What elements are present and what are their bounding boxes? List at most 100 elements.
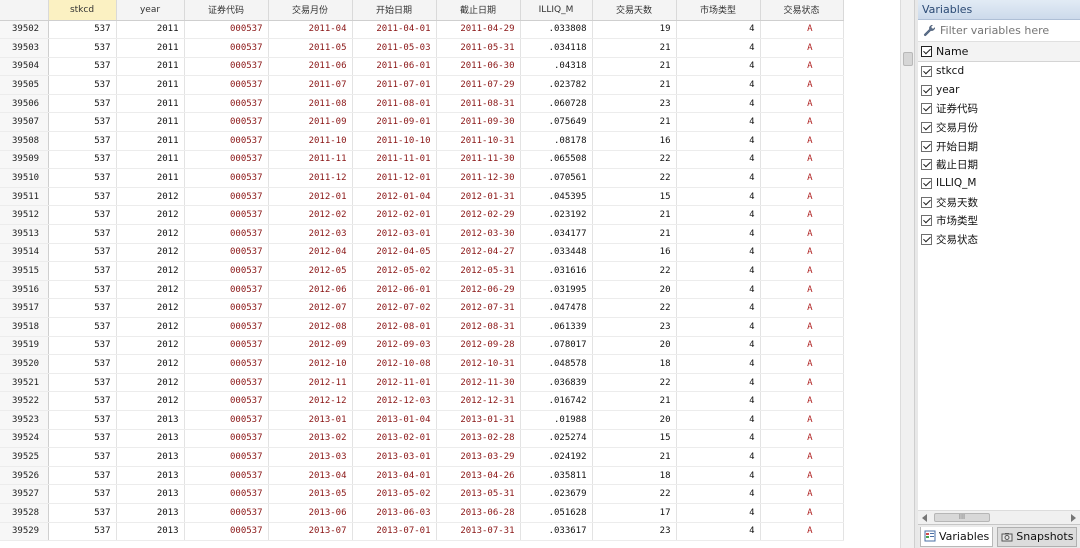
table-cell[interactable]: 2012 xyxy=(116,243,185,263)
table-cell[interactable]: 000537 xyxy=(184,410,269,430)
table-cell[interactable]: 2012-09 xyxy=(268,336,353,356)
table-cell[interactable]: 000537 xyxy=(184,38,269,58)
table-cell[interactable]: A xyxy=(760,391,844,411)
table-cell[interactable]: .016742 xyxy=(520,391,593,411)
table-cell[interactable]: A xyxy=(760,205,844,226)
table-cell[interactable]: 2013-01 xyxy=(268,410,353,430)
table-cell[interactable]: 2013 xyxy=(116,429,185,449)
table-cell[interactable]: 2011 xyxy=(116,112,185,133)
variables-list-header[interactable]: Name xyxy=(918,42,1080,62)
table-cell[interactable]: 2012-08 xyxy=(268,317,353,337)
table-cell[interactable]: 2012-09-03 xyxy=(352,336,437,356)
table-cell[interactable]: 2011-04-01 xyxy=(352,20,437,40)
table-cell[interactable]: A xyxy=(760,57,844,77)
corner-cell[interactable] xyxy=(0,0,49,21)
table-cell[interactable]: A xyxy=(760,187,844,207)
table-cell[interactable]: 2011-12-01 xyxy=(352,168,437,188)
variable-item[interactable]: 证券代码 xyxy=(918,99,1080,118)
row-number[interactable]: 39521 xyxy=(0,373,49,393)
table-cell[interactable]: 2011-10-10 xyxy=(352,131,437,151)
table-cell[interactable]: 22 xyxy=(592,150,677,170)
table-cell[interactable]: 000537 xyxy=(184,94,269,114)
table-cell[interactable]: 2012 xyxy=(116,373,185,393)
row-number[interactable]: 39524 xyxy=(0,429,49,449)
table-cell[interactable]: 000537 xyxy=(184,205,269,226)
scroll-left-arrow-icon[interactable] xyxy=(922,514,927,522)
table-cell[interactable]: 000537 xyxy=(184,466,269,486)
table-cell[interactable]: 2013 xyxy=(116,484,185,504)
table-cell[interactable]: 2012 xyxy=(116,317,185,337)
column-header[interactable]: 市场类型 xyxy=(676,0,761,21)
table-cell[interactable]: 000537 xyxy=(184,503,269,523)
table-cell[interactable]: .075649 xyxy=(520,112,593,133)
table-cell[interactable]: .045395 xyxy=(520,187,593,207)
table-cell[interactable]: 2012 xyxy=(116,261,185,281)
table-cell[interactable]: 2013-07-01 xyxy=(352,522,437,542)
table-cell[interactable]: 537 xyxy=(48,75,117,95)
table-cell[interactable]: 2012-06-29 xyxy=(436,280,521,300)
table-cell[interactable]: 20 xyxy=(592,410,677,430)
column-header[interactable]: stkcd xyxy=(48,0,117,21)
table-cell[interactable]: 21 xyxy=(592,205,677,226)
table-cell[interactable]: 2012-05 xyxy=(268,261,353,281)
table-cell[interactable]: .034118 xyxy=(520,38,593,58)
table-cell[interactable]: 2012-07-31 xyxy=(436,298,521,318)
table-cell[interactable]: 2011 xyxy=(116,38,185,58)
column-header[interactable]: ILLIQ_M xyxy=(520,0,593,21)
table-cell[interactable]: 2013-03-01 xyxy=(352,447,437,467)
table-cell[interactable]: 2013-05-02 xyxy=(352,484,437,504)
table-cell[interactable]: 2013-04 xyxy=(268,466,353,486)
table-cell[interactable]: 537 xyxy=(48,38,117,58)
filter-variables-input[interactable] xyxy=(940,24,1070,37)
table-cell[interactable]: 2012-05-02 xyxy=(352,261,437,281)
table-cell[interactable]: 4 xyxy=(676,57,761,77)
table-cell[interactable]: 537 xyxy=(48,298,117,318)
table-cell[interactable]: .070561 xyxy=(520,168,593,188)
table-cell[interactable]: 000537 xyxy=(184,57,269,77)
table-cell[interactable]: 2011-07-01 xyxy=(352,75,437,95)
row-number[interactable]: 39516 xyxy=(0,280,49,300)
table-cell[interactable]: 000537 xyxy=(184,150,269,170)
table-cell[interactable]: 2011-05-03 xyxy=(352,38,437,58)
table-cell[interactable]: .047478 xyxy=(520,298,593,318)
table-cell[interactable]: 22 xyxy=(592,484,677,504)
row-number[interactable]: 39529 xyxy=(0,522,49,542)
table-cell[interactable]: 23 xyxy=(592,317,677,337)
table-cell[interactable]: A xyxy=(760,131,844,151)
table-cell[interactable]: .031616 xyxy=(520,261,593,281)
table-cell[interactable]: 537 xyxy=(48,317,117,337)
table-cell[interactable]: .078017 xyxy=(520,336,593,356)
table-cell[interactable]: A xyxy=(760,168,844,188)
variable-item[interactable]: ILLIQ_M xyxy=(918,174,1080,193)
table-cell[interactable]: 2012-01-31 xyxy=(436,187,521,207)
table-cell[interactable]: 2011 xyxy=(116,150,185,170)
table-cell[interactable]: 18 xyxy=(592,466,677,486)
table-cell[interactable]: 000537 xyxy=(184,336,269,356)
table-cell[interactable]: 2011-10-31 xyxy=(436,131,521,151)
tab-snapshots[interactable]: Snapshots xyxy=(997,526,1078,547)
table-cell[interactable]: 537 xyxy=(48,57,117,77)
table-cell[interactable]: A xyxy=(760,112,844,133)
table-cell[interactable]: 537 xyxy=(48,336,117,356)
table-cell[interactable]: 2013-04-01 xyxy=(352,466,437,486)
table-cell[interactable]: 21 xyxy=(592,391,677,411)
column-header[interactable]: 交易月份 xyxy=(268,0,353,21)
variable-item[interactable]: 开始日期 xyxy=(918,137,1080,156)
table-cell[interactable]: 000537 xyxy=(184,187,269,207)
table-cell[interactable]: .048578 xyxy=(520,354,593,374)
table-cell[interactable]: A xyxy=(760,150,844,170)
table-cell[interactable]: 2011-07-29 xyxy=(436,75,521,95)
table-cell[interactable]: .01988 xyxy=(520,410,593,430)
table-cell[interactable]: 2011-09 xyxy=(268,112,353,133)
checkbox-icon[interactable] xyxy=(921,140,932,152)
table-cell[interactable]: 537 xyxy=(48,373,117,393)
table-cell[interactable]: 2011-06-30 xyxy=(436,57,521,77)
checkbox-icon[interactable] xyxy=(921,84,932,96)
table-cell[interactable]: A xyxy=(760,336,844,356)
table-cell[interactable]: 4 xyxy=(676,354,761,374)
row-number[interactable]: 39513 xyxy=(0,224,49,244)
table-cell[interactable]: 4 xyxy=(676,298,761,318)
table-cell[interactable]: 2012-03 xyxy=(268,224,353,244)
table-cell[interactable]: 537 xyxy=(48,205,117,226)
table-cell[interactable]: .051628 xyxy=(520,503,593,523)
